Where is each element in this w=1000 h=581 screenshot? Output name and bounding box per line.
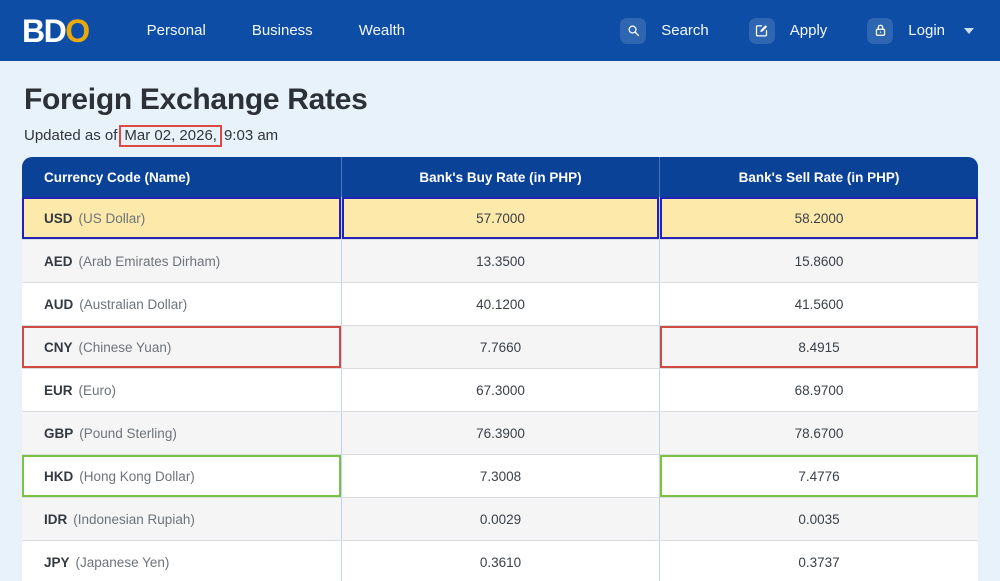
lock-icon — [867, 17, 894, 44]
currency-name: (Australian Dollar) — [79, 296, 188, 312]
currency-code: JPY — [44, 554, 70, 570]
buy-rate-cell: 13.3500 — [341, 240, 659, 282]
table-row-cny: CNY (Chinese Yuan) 7.7660 8.4915 — [22, 326, 978, 369]
currency-cell: AUD (Australian Dollar) — [22, 283, 341, 325]
currency-name: (Hong Kong Dollar) — [79, 468, 195, 484]
currency-code: AUD — [44, 296, 74, 312]
table-row-eur: EUR (Euro) 67.3000 68.9700 — [22, 369, 978, 412]
currency-cell: AED (Arab Emirates Dirham) — [22, 240, 341, 282]
currency-cell: EUR (Euro) — [22, 369, 341, 411]
top-navbar: BDO Personal Business Wealth Search Apply Lo… — [0, 0, 1000, 61]
sell-rate-cell: 0.3737 — [659, 541, 978, 581]
sell-rate-cell: 41.5600 — [659, 283, 978, 325]
table-row-idr: IDR (Indonesian Rupiah) 0.0029 0.0035 — [22, 498, 978, 541]
bdo-logo[interactable]: BDO — [22, 12, 90, 49]
column-header: Bank's Sell Rate (in PHP) — [659, 157, 978, 197]
nav-link-business[interactable]: Business — [252, 22, 313, 39]
currency-cell: USD (US Dollar) — [22, 197, 341, 239]
nav-actions: Search Apply Login — [620, 17, 974, 44]
fx-table-body: USD (US Dollar) 57.7000 58.2000 AED (Arab Emi… — [22, 197, 978, 581]
currency-cell: GBP (Pound Sterling) — [22, 412, 341, 454]
buy-rate-cell: 0.0029 — [341, 498, 659, 540]
currency-code: IDR — [44, 511, 68, 527]
updated-date-highlight: Mar 02, 2026, — [119, 125, 222, 147]
buy-rate-cell: 40.1200 — [341, 283, 659, 325]
main-content: Foreign Exchange Rates Updated as of Mar … — [0, 61, 1000, 581]
currency-cell: CNY (Chinese Yuan) — [22, 326, 341, 368]
logo-o: O — [65, 12, 90, 49]
fx-rates-table: Currency Code (Name) Bank's Buy Rate (in … — [22, 157, 978, 581]
logo-bd: BD — [22, 12, 67, 49]
search-icon — [620, 17, 647, 44]
buy-rate-cell: 67.3000 — [341, 369, 659, 411]
currency-name: (Arab Emirates Dirham) — [78, 253, 221, 269]
table-row-hkd: HKD (Hong Kong Dollar) 7.3008 7.4776 — [22, 455, 978, 498]
updated-time: 9:03 am — [223, 127, 279, 144]
sell-rate-cell: 7.4776 — [659, 455, 978, 497]
nav-links: Personal Business Wealth — [147, 22, 406, 39]
action-label: Login — [908, 22, 945, 39]
sell-rate-cell: 68.9700 — [659, 369, 978, 411]
currency-name: (US Dollar) — [78, 210, 146, 226]
currency-cell: HKD (Hong Kong Dollar) — [22, 455, 341, 497]
action-label: Apply — [789, 22, 828, 39]
table-row-aed: AED (Arab Emirates Dirham) 13.3500 15.8600 — [22, 240, 978, 283]
table-row-gbp: GBP (Pound Sterling) 76.3900 78.6700 — [22, 412, 978, 455]
apply-button[interactable]: Apply — [748, 17, 828, 44]
action-label: Search — [661, 22, 709, 39]
currency-code: CNY — [44, 339, 73, 355]
currency-code: USD — [44, 210, 73, 226]
currency-cell: JPY (Japanese Yen) — [22, 541, 341, 581]
edit-icon — [748, 17, 775, 44]
currency-name: (Chinese Yuan) — [78, 339, 172, 355]
fx-table-header: Currency Code (Name) Bank's Buy Rate (in … — [22, 157, 978, 197]
column-header: Currency Code (Name) — [44, 169, 191, 185]
buy-rate-cell: 0.3610 — [341, 541, 659, 581]
buy-rate-cell: 7.7660 — [341, 326, 659, 368]
currency-cell: IDR (Indonesian Rupiah) — [22, 498, 341, 540]
currency-code: GBP — [44, 425, 74, 441]
currency-code: HKD — [44, 468, 74, 484]
currency-name: (Japanese Yen) — [75, 554, 170, 570]
currency-name: (Indonesian Rupiah) — [73, 511, 195, 527]
sell-rate-cell: 0.0035 — [659, 498, 978, 540]
search-button[interactable]: Search — [620, 17, 709, 44]
currency-code: EUR — [44, 382, 73, 398]
currency-name: (Pound Sterling) — [79, 425, 177, 441]
updated-line: Updated as of Mar 02, 2026, 9:03 am — [24, 125, 978, 147]
table-row-jpy: JPY (Japanese Yen) 0.3610 0.3737 — [22, 541, 978, 581]
nav-link-wealth[interactable]: Wealth — [359, 22, 405, 39]
login-button[interactable]: Login — [867, 17, 974, 44]
nav-link-personal[interactable]: Personal — [147, 22, 206, 39]
buy-rate-cell: 76.3900 — [341, 412, 659, 454]
updated-prefix: Updated as of — [24, 127, 118, 144]
sell-rate-cell: 58.2000 — [659, 197, 978, 239]
sell-rate-cell: 78.6700 — [659, 412, 978, 454]
buy-rate-cell: 7.3008 — [341, 455, 659, 497]
table-row-usd: USD (US Dollar) 57.7000 58.2000 — [22, 197, 978, 240]
column-header: Bank's Buy Rate (in PHP) — [341, 157, 659, 197]
page-title: Foreign Exchange Rates — [24, 83, 368, 116]
sell-rate-cell: 15.8600 — [659, 240, 978, 282]
currency-name: (Euro) — [78, 382, 117, 398]
chevron-down-icon — [964, 27, 974, 34]
sell-rate-cell: 8.4915 — [659, 326, 978, 368]
table-row-aud: AUD (Australian Dollar) 40.1200 41.5600 — [22, 283, 978, 326]
currency-code: AED — [44, 253, 73, 269]
buy-rate-cell: 57.7000 — [341, 197, 659, 239]
